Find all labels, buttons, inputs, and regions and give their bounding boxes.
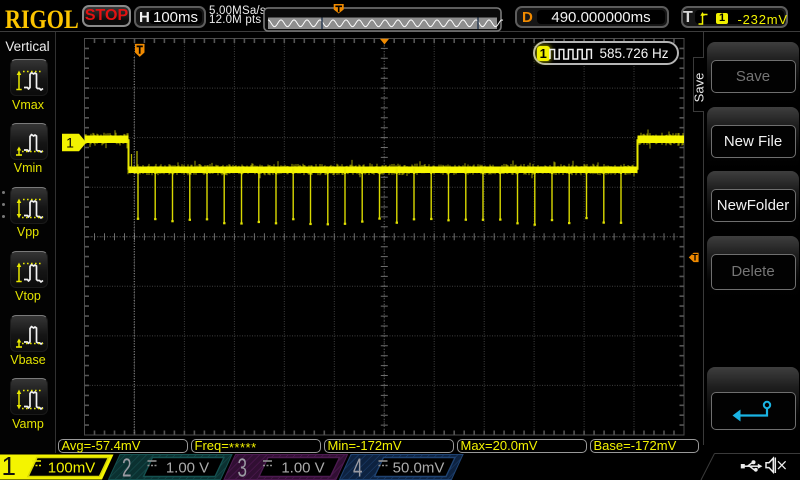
svg-text:3: 3: [238, 453, 248, 480]
svg-text:1.00 V: 1.00 V: [281, 460, 324, 477]
svg-text:T: T: [692, 253, 698, 263]
svg-text:2: 2: [122, 453, 132, 480]
svg-text:1: 1: [66, 135, 74, 151]
svg-text:4: 4: [353, 453, 363, 480]
svg-text:1.00 V: 1.00 V: [166, 460, 209, 477]
svg-text:100mV: 100mV: [48, 460, 96, 477]
svg-text:1: 1: [2, 451, 16, 480]
svg-text:50.0mV: 50.0mV: [393, 460, 445, 477]
